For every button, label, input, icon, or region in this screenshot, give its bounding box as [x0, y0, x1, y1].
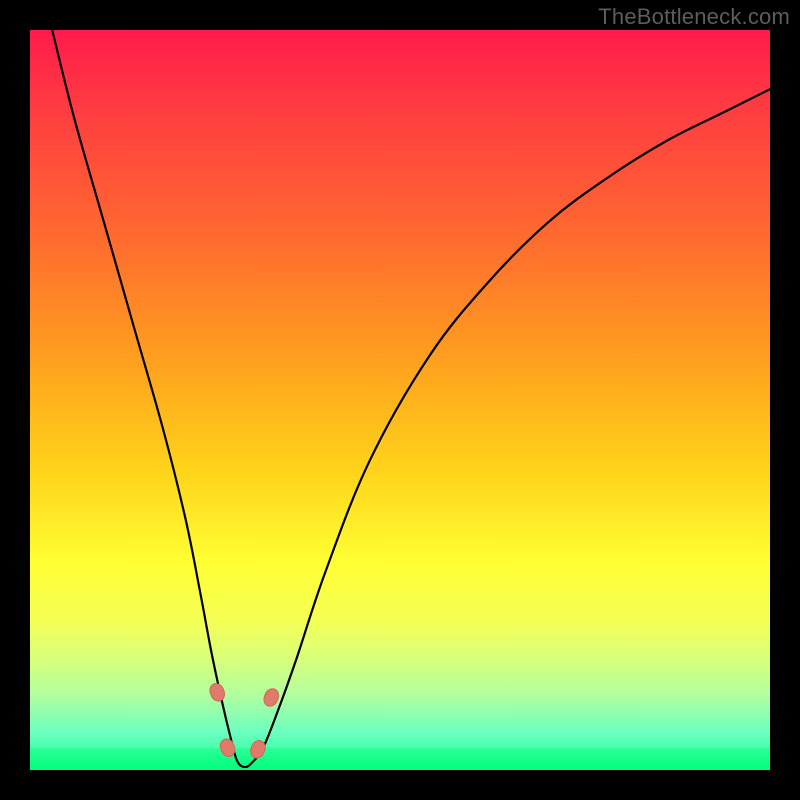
trough-bead: [208, 681, 227, 703]
chart-stage: TheBottleneck.com: [0, 0, 800, 800]
bottleneck-curve: [52, 30, 770, 767]
trough-bead: [262, 687, 281, 709]
trough-bead: [248, 738, 267, 760]
trough-beads: [208, 681, 281, 760]
plot-area: [30, 30, 770, 770]
attribution-text: TheBottleneck.com: [598, 4, 790, 30]
curve-layer: [30, 30, 770, 770]
